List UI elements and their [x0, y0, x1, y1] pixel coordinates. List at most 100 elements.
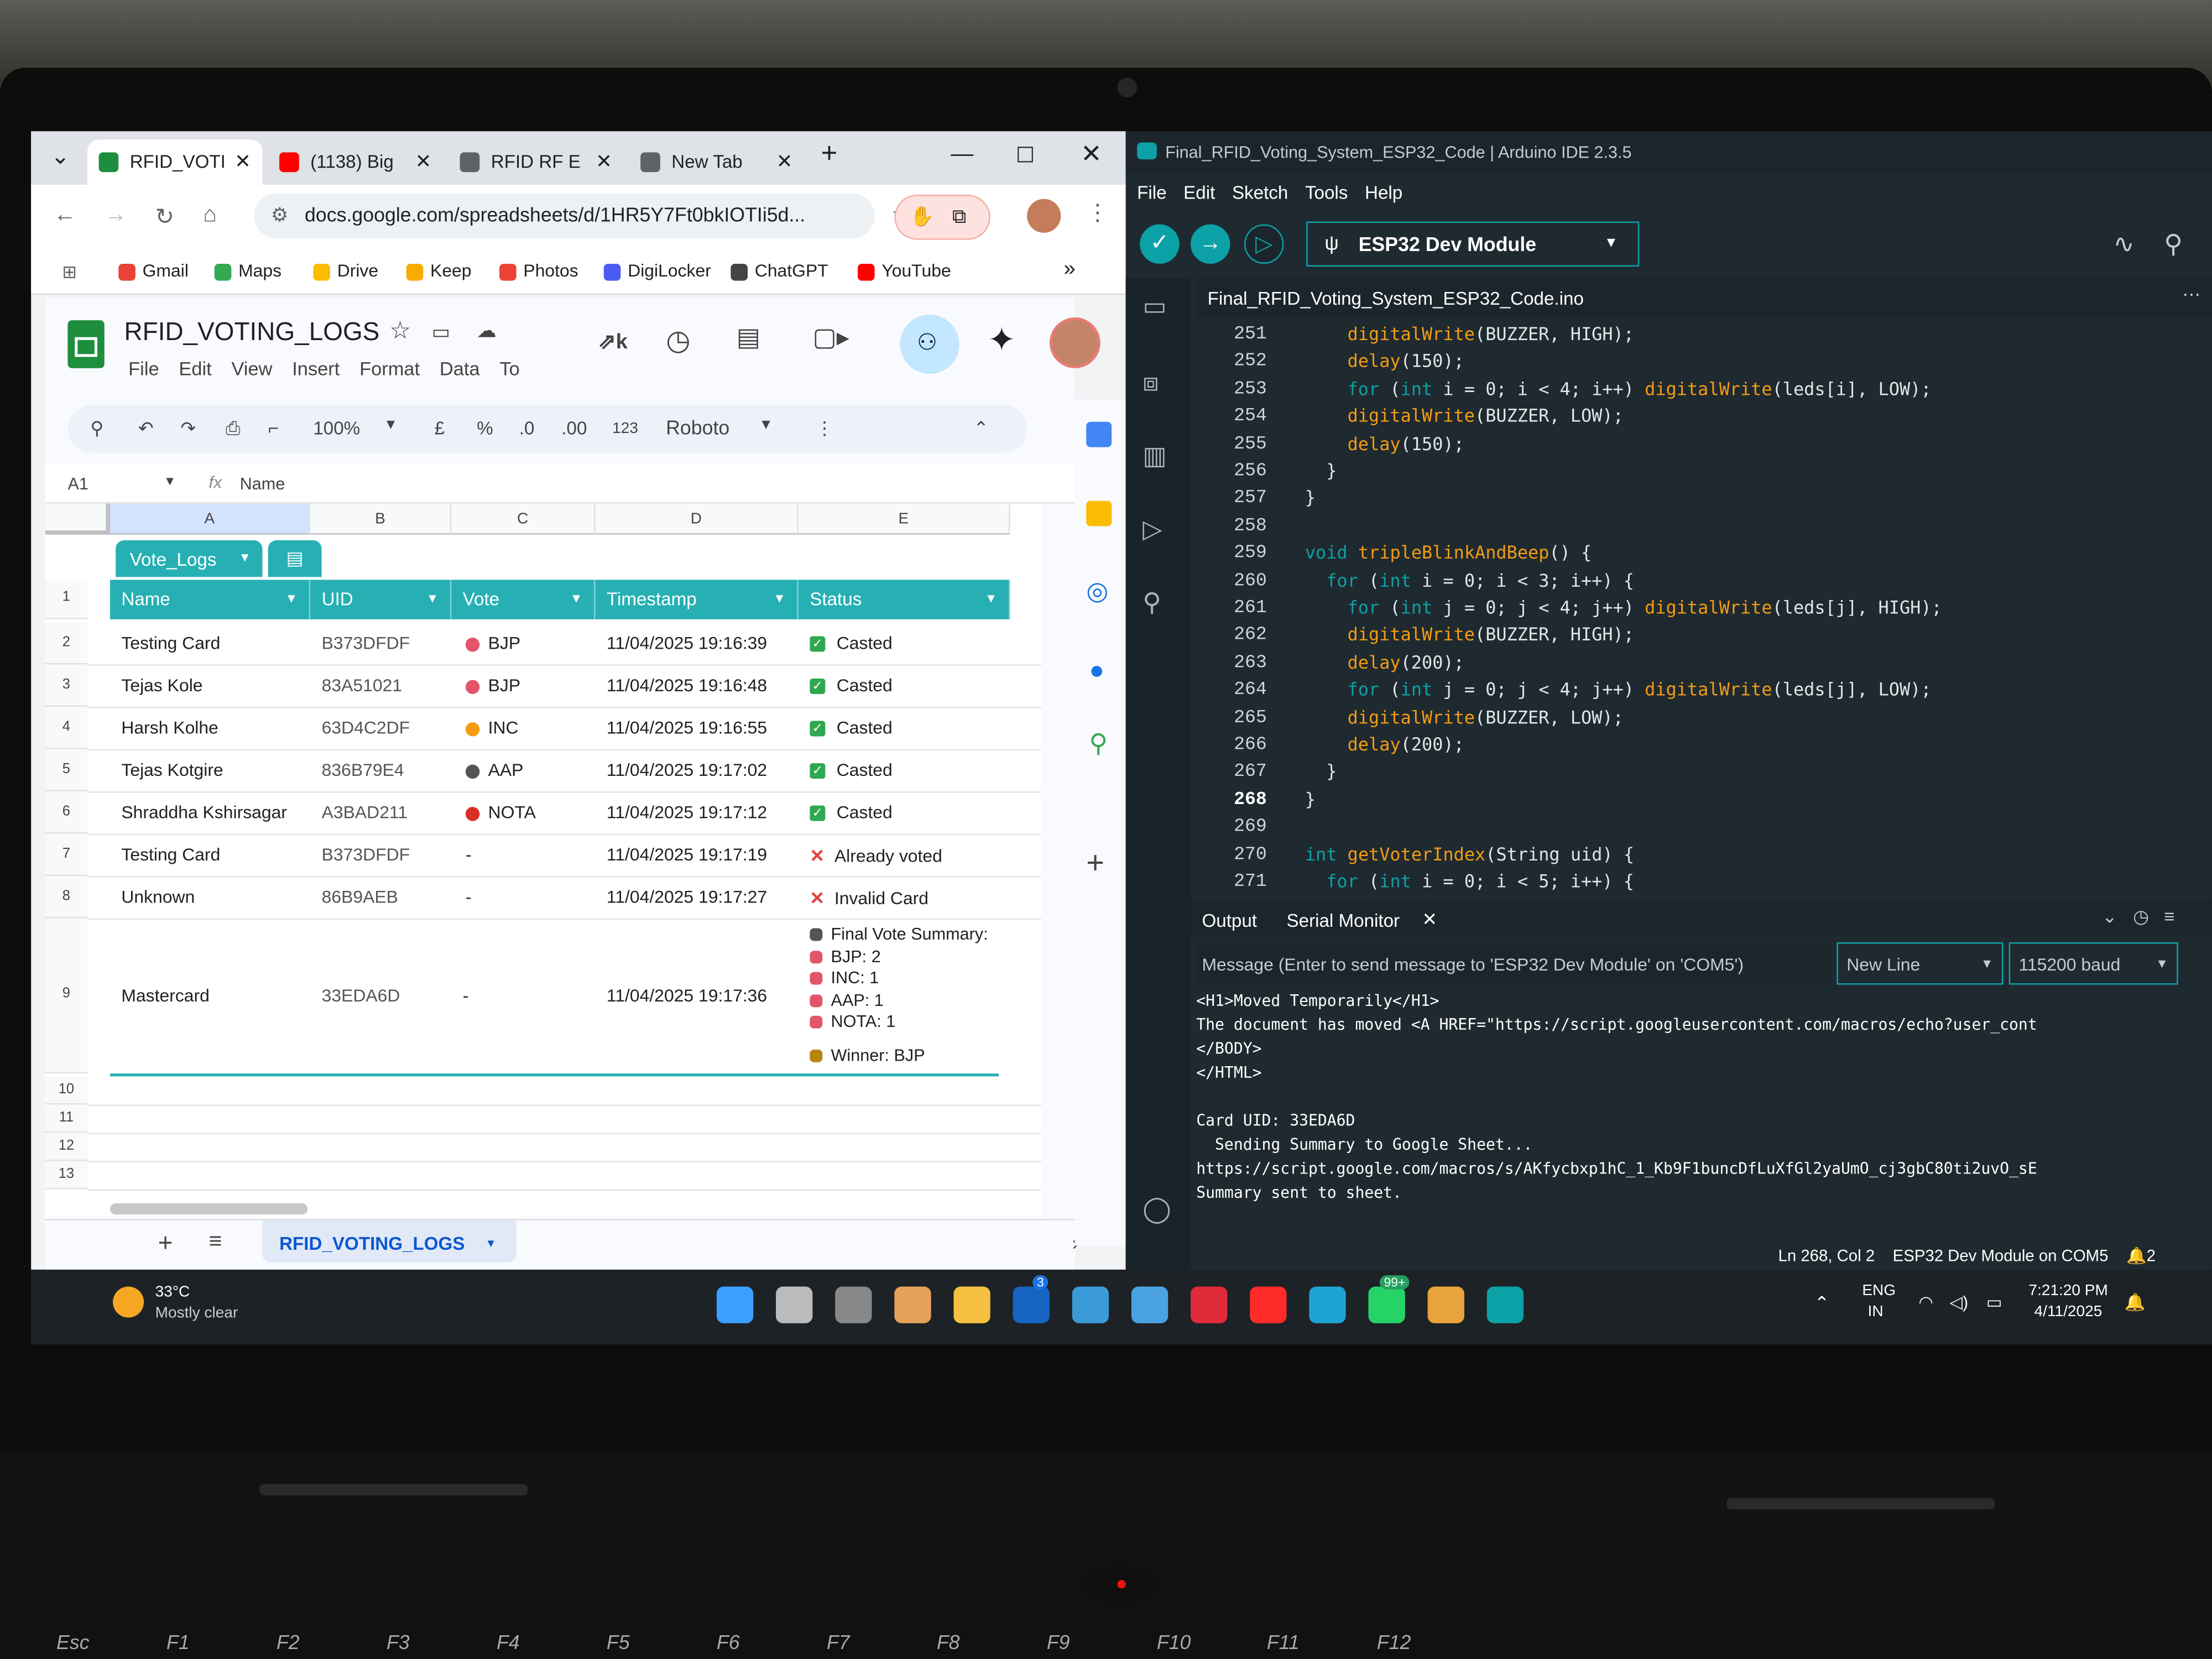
tab-search-icon[interactable]: ⌄	[51, 143, 70, 171]
ide-menu-file[interactable]: File	[1137, 182, 1166, 203]
bookmark-item[interactable]: Keep	[406, 261, 472, 281]
cell-name[interactable]: Tejas Kotgire	[121, 760, 307, 780]
code-line[interactable]: digitalWrite(BUZZER, HIGH);	[1284, 624, 1634, 645]
cell-vote[interactable]: NOTA	[465, 803, 536, 822]
row-header[interactable]: 3	[45, 664, 88, 707]
redo-icon[interactable]: ↷	[181, 418, 196, 440]
more-formats-button[interactable]: 123	[612, 420, 638, 437]
cell-vote[interactable]: -	[463, 986, 469, 1006]
code-editor[interactable]: 251 digitalWrite(BUZZER, HIGH); 252 delay…	[1191, 317, 2212, 896]
cell-name[interactable]: Unknown	[121, 888, 307, 907]
cell-summary[interactable]: Final Vote Summary: BJP: 2 INC: 1 AAP: 1 NOT…	[810, 924, 1007, 1067]
filter-dropdown-icon[interactable]: ▼	[773, 591, 786, 606]
browser-tab[interactable]: New Tab ✕	[629, 140, 804, 185]
cell-name[interactable]: Tejas Kole	[121, 676, 307, 696]
chrome-menu-icon[interactable]: ⋮	[1086, 199, 1109, 227]
language-top[interactable]: ENG	[1862, 1282, 1896, 1300]
name-box[interactable]: A1	[67, 474, 88, 494]
meet-icon[interactable]: ▢▸	[812, 323, 849, 353]
row-header[interactable]: 13	[45, 1161, 88, 1190]
row-header[interactable]: 10	[45, 1076, 88, 1105]
photos-icon[interactable]	[1131, 1286, 1168, 1323]
browser-tab[interactable]: RFID_VOTI ✕	[87, 139, 263, 185]
widgets-icon[interactable]	[776, 1286, 813, 1323]
menu-edit[interactable]: Edit	[179, 358, 211, 379]
cell-timestamp[interactable]: 11/04/2025 19:17:02	[607, 760, 767, 780]
cell-uid[interactable]: 33EDA6D	[322, 986, 400, 1006]
code-line[interactable]: for (int i = 0; i < 5; i++) {	[1284, 870, 1634, 891]
board-selector[interactable]: ψ ESP32 Dev Module ▼	[1306, 221, 1640, 267]
comments-icon[interactable]: ▤	[737, 323, 760, 353]
column-header[interactable]: E	[798, 503, 1010, 535]
formula-input[interactable]: Name	[240, 474, 285, 494]
cell-uid[interactable]: A3BAD211	[322, 803, 408, 823]
table-header-cell[interactable]: Name ▼	[109, 580, 311, 619]
chrome-icon[interactable]	[1427, 1286, 1464, 1323]
tab-serial-monitor[interactable]: Serial Monitor	[1287, 910, 1400, 931]
cell-name[interactable]: Mastercard	[121, 986, 210, 1006]
bookmark-item[interactable]: ChatGPT	[731, 261, 828, 281]
sheet-tab-dropdown-icon[interactable]: ▼	[486, 1237, 497, 1250]
serial-plotter-icon[interactable]: ∿	[2113, 230, 2135, 260]
code-line[interactable]: }	[1284, 788, 1316, 809]
cell-timestamp[interactable]: 11/04/2025 19:17:19	[607, 845, 767, 865]
edge-icon[interactable]	[1309, 1286, 1346, 1323]
gemini-icon[interactable]: ✦	[988, 320, 1016, 361]
select-all-corner[interactable]	[45, 503, 110, 535]
notification-bell-icon[interactable]: 🔔	[2125, 1292, 2146, 1312]
menu-file[interactable]: File	[128, 358, 159, 379]
apps-grid-icon[interactable]: ⊞	[62, 261, 77, 282]
more-toolbar-icon[interactable]: ⋮	[815, 418, 833, 440]
cell-vote[interactable]: BJP	[465, 676, 520, 696]
column-header[interactable]: A	[109, 503, 311, 535]
cell-status[interactable]: ✓ Casted	[810, 633, 893, 653]
row-header[interactable]: 2	[45, 622, 88, 665]
upload-button[interactable]: →	[1191, 224, 1230, 264]
weather-icon[interactable]	[113, 1286, 144, 1318]
code-line[interactable]: }	[1284, 487, 1316, 508]
reload-icon[interactable]: ↻	[155, 203, 174, 231]
cell-name[interactable]: Shraddha Kshirsagar	[121, 803, 307, 823]
code-line[interactable]: void tripleBlinkAndBeep() {	[1284, 542, 1592, 563]
cell-timestamp[interactable]: 11/04/2025 19:16:55	[607, 718, 767, 738]
sheet-tab-active[interactable]: RFID_VOTING_LOGS ▼	[262, 1220, 517, 1263]
collapse-panel-icon[interactable]: ⌄	[2102, 906, 2117, 928]
file-explorer-icon[interactable]	[953, 1286, 990, 1323]
code-line[interactable]: for (int j = 0; j < 4; j++) digitalWrite…	[1284, 597, 1942, 618]
cell-name[interactable]: Harsh Kolhe	[121, 718, 307, 738]
cell-uid[interactable]: B373DFDF	[322, 633, 410, 653]
baud-select[interactable]: 115200 baud ▼	[2008, 942, 2178, 985]
account-avatar[interactable]	[1049, 317, 1100, 368]
notepad-icon[interactable]	[894, 1286, 931, 1323]
horizontal-scrollbar[interactable]	[109, 1203, 308, 1215]
serial-monitor-icon[interactable]: ⚲	[2164, 230, 2183, 260]
line-ending-select[interactable]: New Line ▼	[1837, 942, 2004, 985]
row-header[interactable]: 12	[45, 1133, 88, 1161]
arduino-icon[interactable]	[1486, 1286, 1524, 1323]
name-box-dropdown-icon[interactable]: ▼	[164, 474, 176, 488]
row-header[interactable]: 5	[45, 749, 88, 792]
ide-menu-help[interactable]: Help	[1365, 182, 1402, 203]
browser-tab[interactable]: RFID RF E ✕	[448, 140, 623, 185]
table-header-cell[interactable]: Timestamp ▼	[595, 580, 799, 619]
bookmark-item[interactable]: Drive	[313, 261, 378, 281]
keep-icon[interactable]	[1086, 500, 1112, 526]
ide-menu-tools[interactable]: Tools	[1305, 182, 1348, 203]
code-line[interactable]: delay(150);	[1284, 432, 1464, 453]
table-header-cell[interactable]: Vote ▼	[451, 580, 596, 619]
cell-ts[interactable]: 11/04/2025 19:17:36	[607, 986, 767, 1006]
code-line[interactable]: digitalWrite(BUZZER, LOW);	[1284, 706, 1624, 727]
cell-timestamp[interactable]: 11/04/2025 19:16:48	[607, 676, 767, 696]
timestamp-toggle-icon[interactable]: ◷	[2133, 906, 2149, 928]
cell-status[interactable]: ✓ Casted	[810, 718, 893, 738]
increase-decimal-button[interactable]: .00	[561, 418, 587, 439]
maps-icon[interactable]: ⚲	[1089, 729, 1108, 759]
close-serial-icon[interactable]: ✕	[1422, 909, 1437, 931]
print-icon[interactable]: ⎙	[226, 418, 241, 440]
code-line[interactable]: for (int i = 0; i < 4; i++) digitalWrite…	[1284, 378, 1932, 399]
share-button[interactable]: ⚇	[900, 314, 959, 374]
windows-start-icon[interactable]	[716, 1286, 754, 1323]
table-chip-dropdown-icon[interactable]: ▼	[238, 550, 251, 565]
zoom-select[interactable]: 100%	[313, 418, 360, 439]
verify-button[interactable]: ✓	[1140, 224, 1180, 264]
